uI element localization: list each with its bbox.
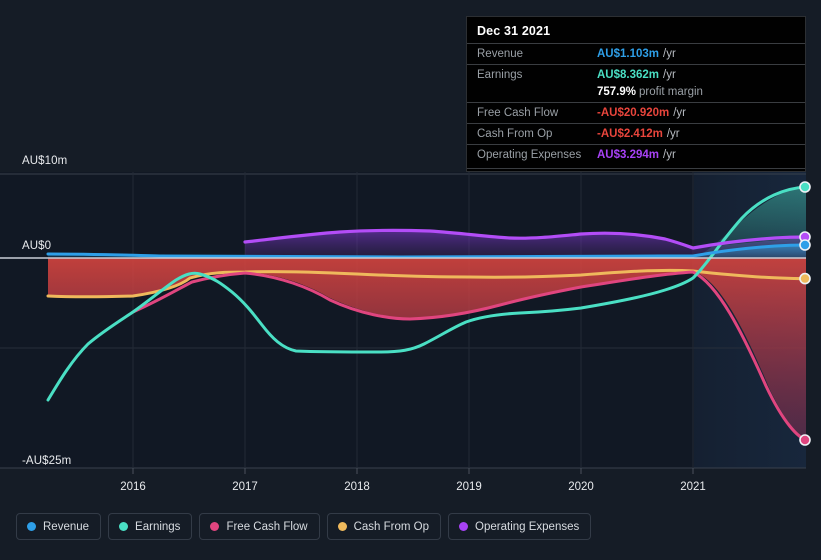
legend-item-cash-from-op[interactable]: Cash From Op — [326, 513, 442, 540]
legend-item-revenue[interactable]: Revenue — [16, 513, 102, 540]
tooltip-row-profit-margin: 757.9% profit margin — [467, 85, 805, 102]
x-axis-ticks — [132, 468, 694, 474]
legend-dot-operating-expenses-icon — [459, 522, 469, 531]
tooltip-unit-free-cash-flow: /yr — [673, 107, 687, 119]
legend-label-operating-expenses: Operating Expenses — [475, 520, 580, 533]
tooltip-value-operating-expenses: AU$3.294m — [597, 149, 660, 161]
tooltip-row-earnings: Earnings AU$8.362m /yr — [467, 64, 805, 85]
tooltip-unit-cash-from-op: /yr — [666, 128, 680, 140]
tooltip-unit-operating-expenses: /yr — [663, 149, 676, 161]
legend-label-revenue: Revenue — [43, 520, 90, 533]
tooltip-row-cash-from-op: Cash From Op -AU$2.412m /yr — [467, 123, 805, 144]
legend-label-cash-from-op: Cash From Op — [353, 520, 430, 533]
tooltip-value-profit-margin: 757.9% — [597, 86, 637, 98]
tooltip-value-cash-from-op: -AU$2.412m — [597, 128, 663, 140]
tooltip-label-cash-from-op: Cash From Op — [477, 128, 553, 140]
tooltip-row-operating-expenses: Operating Expenses AU$3.294m /yr — [467, 144, 805, 165]
legend-dot-revenue-icon — [27, 522, 36, 531]
endpoint-earnings — [799, 181, 811, 193]
chart-tooltip: Dec 31 2021 Revenue AU$1.103m /yr Earnin… — [466, 16, 806, 172]
tooltip-value-revenue: AU$1.103m — [597, 48, 660, 60]
legend-dot-cash-from-op-icon — [337, 522, 347, 531]
tooltip-value-free-cash-flow: -AU$20.920m — [597, 107, 670, 119]
tooltip-unit-earnings: /yr — [663, 69, 676, 81]
tooltip-row-revenue: Revenue AU$1.103m /yr — [467, 43, 805, 64]
tooltip-date: Dec 31 2021 — [477, 24, 551, 38]
tooltip-unit-profit-margin: profit margin — [639, 86, 703, 98]
tooltip-label-revenue: Revenue — [477, 48, 524, 60]
endpoint-cash-from-op — [799, 272, 811, 285]
tooltip-bottom-divider — [467, 168, 805, 169]
tooltip-label-operating-expenses: Operating Expenses — [477, 149, 582, 161]
legend-label-free-cash-flow: Free Cash Flow — [226, 520, 308, 533]
tooltip-row-free-cash-flow: Free Cash Flow -AU$20.920m /yr — [467, 102, 805, 123]
endpoint-revenue — [799, 239, 811, 251]
legend-dot-earnings-icon — [119, 522, 129, 531]
financial-chart-page: AU$10m AU$0 -AU$25m 2016 2017 2018 2019 … — [0, 0, 821, 560]
legend-item-earnings[interactable]: Earnings — [108, 513, 193, 540]
legend-item-free-cash-flow[interactable]: Free Cash Flow — [199, 513, 320, 540]
endpoint-free-cash-flow — [799, 434, 811, 446]
tooltip-unit-revenue: /yr — [663, 48, 676, 60]
tooltip-label-free-cash-flow: Free Cash Flow — [477, 107, 559, 119]
legend-label-earnings: Earnings — [135, 520, 181, 533]
legend-dot-free-cash-flow-icon — [210, 522, 220, 531]
chart-legend: Revenue Earnings Free Cash Flow Cash Fro… — [16, 513, 592, 540]
tooltip-label-earnings: Earnings — [477, 69, 523, 81]
tooltip-value-earnings: AU$8.362m — [597, 69, 660, 81]
legend-item-operating-expenses[interactable]: Operating Expenses — [448, 513, 592, 540]
